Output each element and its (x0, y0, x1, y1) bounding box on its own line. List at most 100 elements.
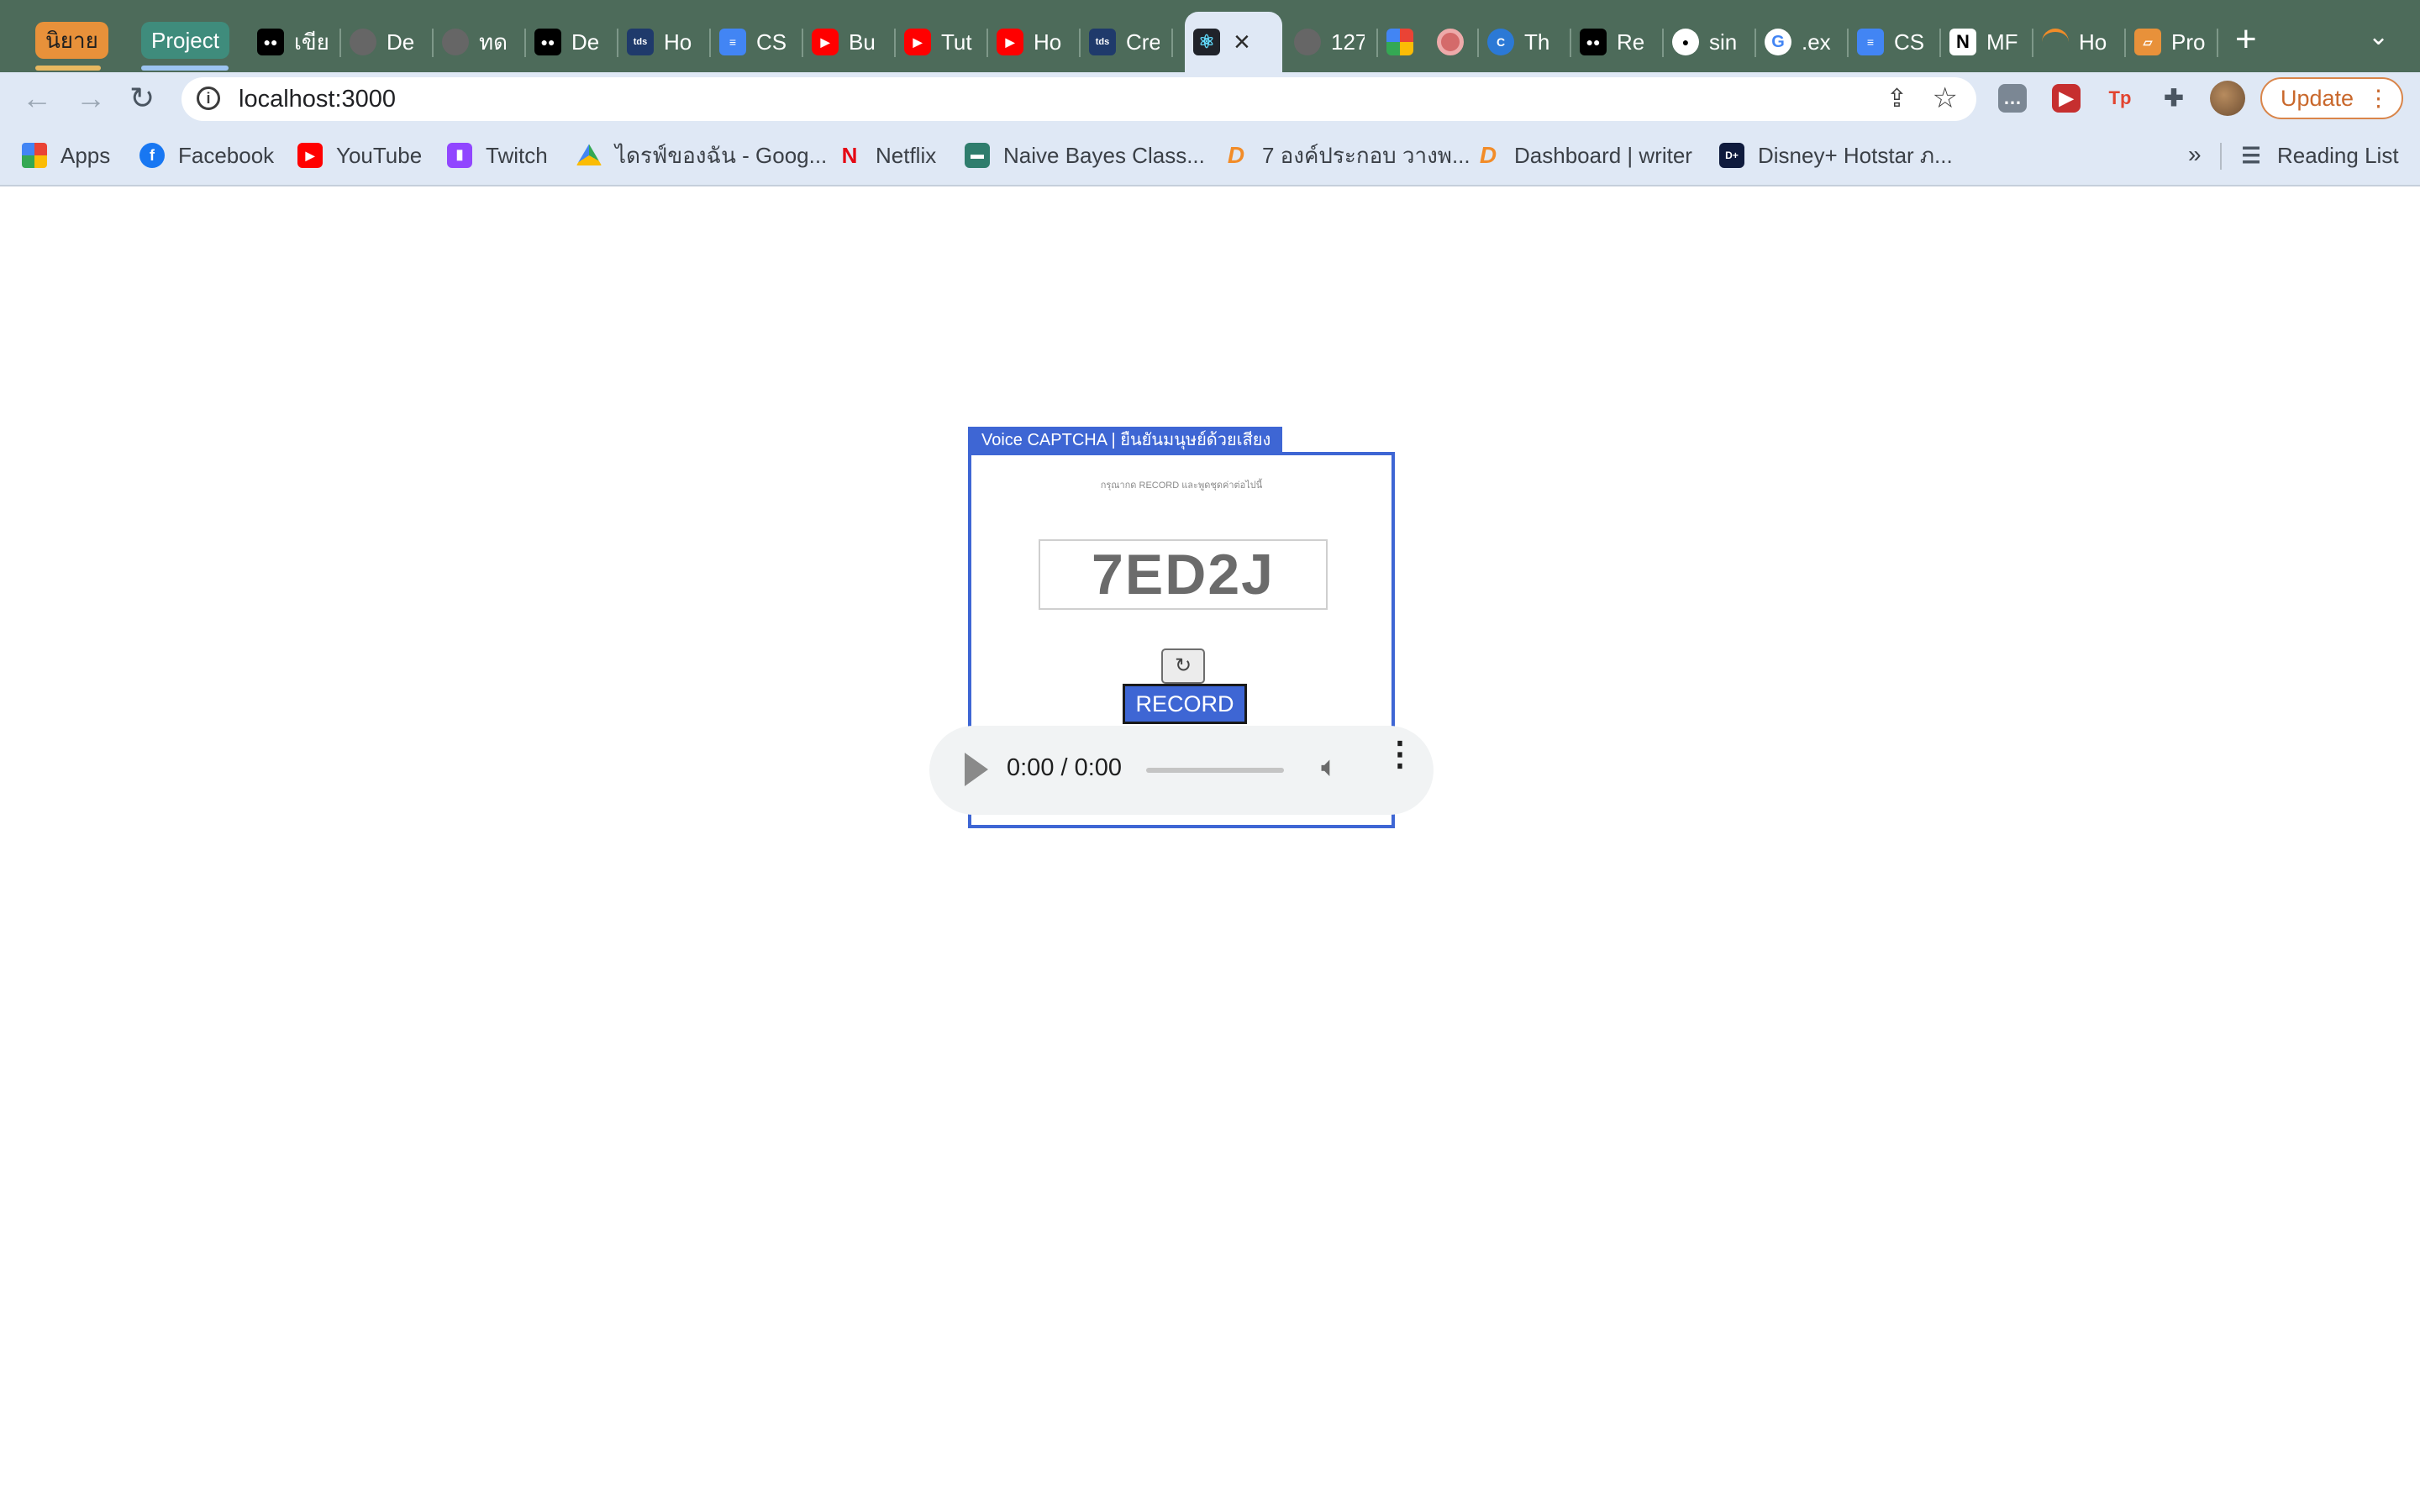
bookmark-naive-bayes[interactable]: ▬ Naive Bayes Class... (965, 139, 1205, 171)
bookmark-twitch[interactable]: ▮ Twitch (447, 139, 548, 171)
twitch-icon: ▮ (447, 143, 472, 168)
tab[interactable]: ●● De (526, 12, 618, 72)
bookmark-label: Disney+ Hotstar ภ... (1758, 142, 1953, 168)
tab-title: sin (1709, 29, 1738, 55)
tab-group-project-underline (141, 66, 229, 71)
docs-icon: ≡ (1857, 29, 1884, 55)
bookmark-dekd-article[interactable]: D 7 องค์ประกอบ วางพ... (1223, 139, 1470, 171)
puzzle-extensions-icon[interactable]: ✚ (2160, 84, 2188, 113)
play-icon[interactable] (965, 753, 988, 786)
bookmark-hotstar[interactable]: D+ Disney+ Hotstar ภ... (1719, 139, 1953, 171)
more-bookmarks-icon[interactable]: » (2188, 141, 2202, 168)
reload-icon[interactable]: ↻ (129, 81, 155, 116)
google-icon: G (1765, 29, 1791, 55)
tab[interactable]: tds Ho (618, 12, 711, 72)
tab-title: CS (1894, 29, 1925, 55)
forward-arrow-icon[interactable]: → (76, 81, 106, 116)
tab[interactable]: De (341, 12, 434, 72)
tab-title: Re (1617, 29, 1645, 55)
back-arrow-icon[interactable]: ← (22, 81, 52, 116)
tab-title: Th (1524, 29, 1550, 55)
new-tab-icon[interactable]: + (2235, 18, 2257, 60)
update-button[interactable]: Update ⋮ (2260, 77, 2403, 119)
bookmark-label: Netflix (876, 142, 937, 168)
tab-title: 127 (1331, 29, 1365, 55)
bookmark-label: Facebook (178, 142, 275, 168)
tab[interactable]: ●● Re (1571, 12, 1664, 72)
address-bar[interactable]: i localhost:3000 ⇪ ☆ (182, 77, 1976, 121)
photos-icon (1386, 29, 1413, 55)
tab-active[interactable]: ⚛ × (1185, 12, 1282, 72)
tab-group-novels[interactable]: นิยาย (35, 22, 108, 59)
video-extension-icon[interactable]: ▶ (2052, 84, 2081, 113)
bookmark-drive[interactable]: ไดรฟ์ของฉัน - Goog... (576, 139, 827, 171)
youtube-icon: ▶ (904, 29, 931, 55)
refresh-captcha-button[interactable]: ↻ (1161, 648, 1205, 684)
tab-title: CS (756, 29, 787, 55)
tab-title: เขีย (294, 29, 328, 55)
tp-extension-icon[interactable]: Tp (2106, 84, 2134, 113)
bookmark-youtube[interactable]: ▶ YouTube (297, 139, 422, 171)
tab-title: Ho (1034, 29, 1062, 55)
bookmark-netflix[interactable]: N Netflix (837, 139, 937, 171)
tab[interactable] (1428, 12, 1479, 72)
tab[interactable]: ▶ Tut (896, 12, 988, 72)
tab[interactable]: C Th (1479, 12, 1571, 72)
facebook-icon: f (139, 143, 165, 168)
tab[interactable]: ▱ Pro (2126, 12, 2218, 72)
tab-title: Cre (1126, 29, 1160, 55)
tab[interactable]: ≡ CS (1849, 12, 1941, 72)
tab[interactable]: ทด (434, 12, 526, 72)
tab[interactable]: ▶ Bu (803, 12, 896, 72)
bookmark-facebook[interactable]: f Facebook (139, 139, 274, 171)
tab[interactable]: ● sin (1664, 12, 1756, 72)
address-url[interactable]: localhost:3000 (239, 86, 396, 113)
globe-icon (1294, 29, 1321, 55)
tab[interactable]: G .ex (1756, 12, 1849, 72)
bookmark-label: ไดรฟ์ของฉัน - Goog... (615, 142, 828, 168)
tab[interactable]: ▶ Ho (988, 12, 1081, 72)
bookmark-star-icon[interactable]: ☆ (1933, 81, 1958, 115)
tab[interactable]: ●● เขีย (249, 12, 341, 72)
captcha-code: 7ED2J (1039, 539, 1328, 610)
audio-player: 0:00 / 0:00 🔈︎ ⋮ (929, 726, 1434, 815)
share-icon[interactable]: ⇪ (1886, 84, 1907, 113)
tab-search-chevron-icon[interactable]: ⌄ (2368, 22, 2389, 51)
tab-title: Ho (664, 29, 692, 55)
canva-icon: C (1487, 29, 1514, 55)
youtube-icon: ▶ (297, 143, 323, 168)
bookmark-apps[interactable]: Apps (22, 139, 110, 171)
bookmark-dashboard-writer[interactable]: D Dashboard | writer (1476, 139, 1692, 171)
drive-icon (576, 144, 602, 165)
tab[interactable] (1378, 12, 1428, 72)
refresh-icon: ↻ (1174, 654, 1192, 677)
tab-title: De (387, 29, 415, 55)
captcha-instruction: กรุณากด RECORD และพูดชุดค่าต่อไปนี้ (1100, 480, 1263, 491)
profile-avatar[interactable] (2210, 81, 2245, 116)
dek-d-icon: D (1227, 142, 1245, 168)
line-extension-icon[interactable]: … (1998, 84, 2027, 113)
medium-icon: ●● (534, 29, 561, 55)
medium-icon: ●● (1580, 29, 1607, 55)
more-options-icon[interactable]: ⋮ (1383, 738, 1417, 771)
bookmarks-bar: Apps f Facebook ▶ YouTube ▮ Twitch ไดรฟ์… (0, 124, 2420, 186)
captcha-legend: Voice CAPTCHA | ยืนยันมนุษย์ด้วยเสียง (968, 427, 1282, 454)
globe-icon (442, 29, 469, 55)
tab-group-project[interactable]: Project (141, 22, 229, 59)
record-button[interactable]: RECORD (1123, 684, 1247, 724)
audio-progress-slider[interactable] (1146, 768, 1284, 773)
tab[interactable]: Ho (2033, 12, 2126, 72)
tab[interactable]: tds Cre (1081, 12, 1173, 72)
sheet-icon: ▬ (965, 143, 990, 168)
tab-title: Ho (2079, 29, 2107, 55)
reading-list-button[interactable]: ☰ Reading List (2238, 139, 2398, 171)
tab[interactable]: ≡ CS (711, 12, 803, 72)
tab[interactable]: 127 (1286, 12, 1378, 72)
tab[interactable]: N MF (1941, 12, 2033, 72)
github-icon: ● (1672, 29, 1699, 55)
volume-icon[interactable]: 🔈︎ (1321, 751, 1338, 784)
site-info-icon[interactable]: i (197, 87, 220, 110)
browser-toolbar: ← → ↻ i localhost:3000 ⇪ ☆ … ▶ Tp ✚ Upda… (0, 72, 2420, 124)
close-tab-icon[interactable]: × (1234, 26, 1250, 59)
bookmark-label: YouTube (336, 142, 423, 168)
